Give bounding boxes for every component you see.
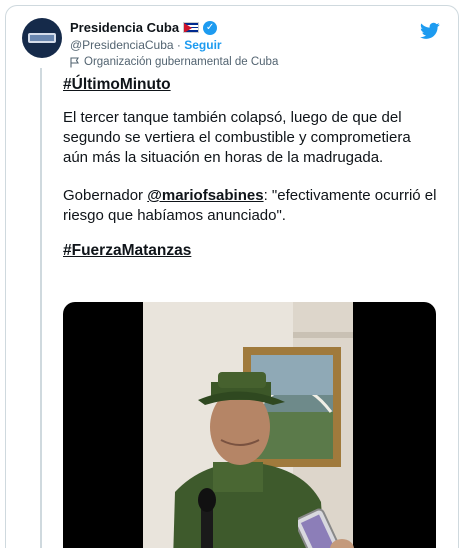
tweet-card: Presidencia Cuba ✓ @PresidenciaCuba · Se… [5,5,459,548]
avatar-logo [28,33,56,43]
separator: · [173,38,185,52]
account-handle[interactable]: @PresidenciaCuba [70,38,174,52]
video-media[interactable] [63,302,436,548]
follow-button[interactable]: Seguir [184,38,221,52]
tweet-text: #ÚltimoMinuto El tercer tanque también c… [63,76,438,260]
organization-row: Organización gubernamental de Cuba [70,56,278,68]
tweet-paragraph-1: El tercer tanque también colapsó, luego … [63,109,411,166]
hashtag-fuerza-matanzas[interactable]: #FuerzaMatanzas [63,242,438,260]
avatar[interactable] [22,18,62,58]
verified-badge-icon: ✓ [203,20,218,35]
thread-line [40,68,42,548]
handle-row: @PresidenciaCuba · Seguir [70,38,222,52]
governor-prefix: Gobernador [63,187,148,204]
account-name-row: Presidencia Cuba ✓ [70,20,218,35]
flag-outline-icon [70,56,80,68]
phone-image [298,508,354,548]
cuba-flag-icon [183,22,200,33]
tweet-header: Presidencia Cuba ✓ @PresidenciaCuba · Se… [20,16,444,74]
hashtag-ultimo-minuto[interactable]: #ÚltimoMinuto [63,76,438,94]
organization-label: Organización gubernamental de Cuba [84,56,279,68]
tweet-paragraph-2: Gobernador @mariofsabines: "efectivament… [63,186,438,226]
account-name[interactable]: Presidencia Cuba [70,20,179,35]
mention-mariofsabines[interactable]: @mariofsabines [147,187,263,204]
twitter-bird-icon[interactable] [420,22,440,40]
